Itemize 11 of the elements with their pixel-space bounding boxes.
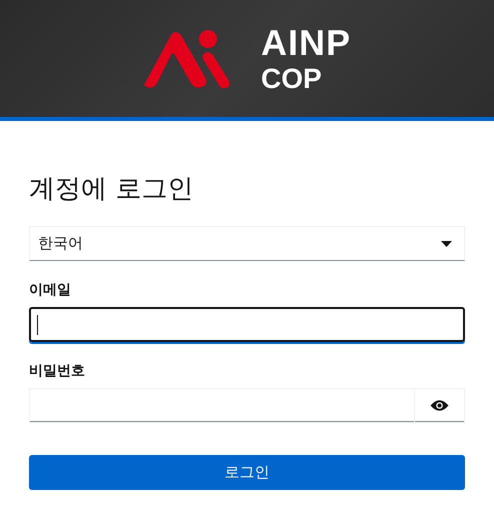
language-select[interactable]: 한국어 <box>29 226 465 261</box>
caret-icon <box>441 240 452 246</box>
text-cursor <box>37 314 38 334</box>
field-label: 이메일 <box>29 281 72 299</box>
field-label: 비밀번호 <box>29 362 86 380</box>
input-field[interactable] <box>29 307 465 342</box>
eye-icon <box>430 399 449 412</box>
logo-text: AINP <box>260 24 351 60</box>
page-title: 계정에 로그인 <box>29 173 194 206</box>
logo-subtext: COP <box>260 64 323 92</box>
login-button[interactable]: 로그인 <box>29 455 465 490</box>
